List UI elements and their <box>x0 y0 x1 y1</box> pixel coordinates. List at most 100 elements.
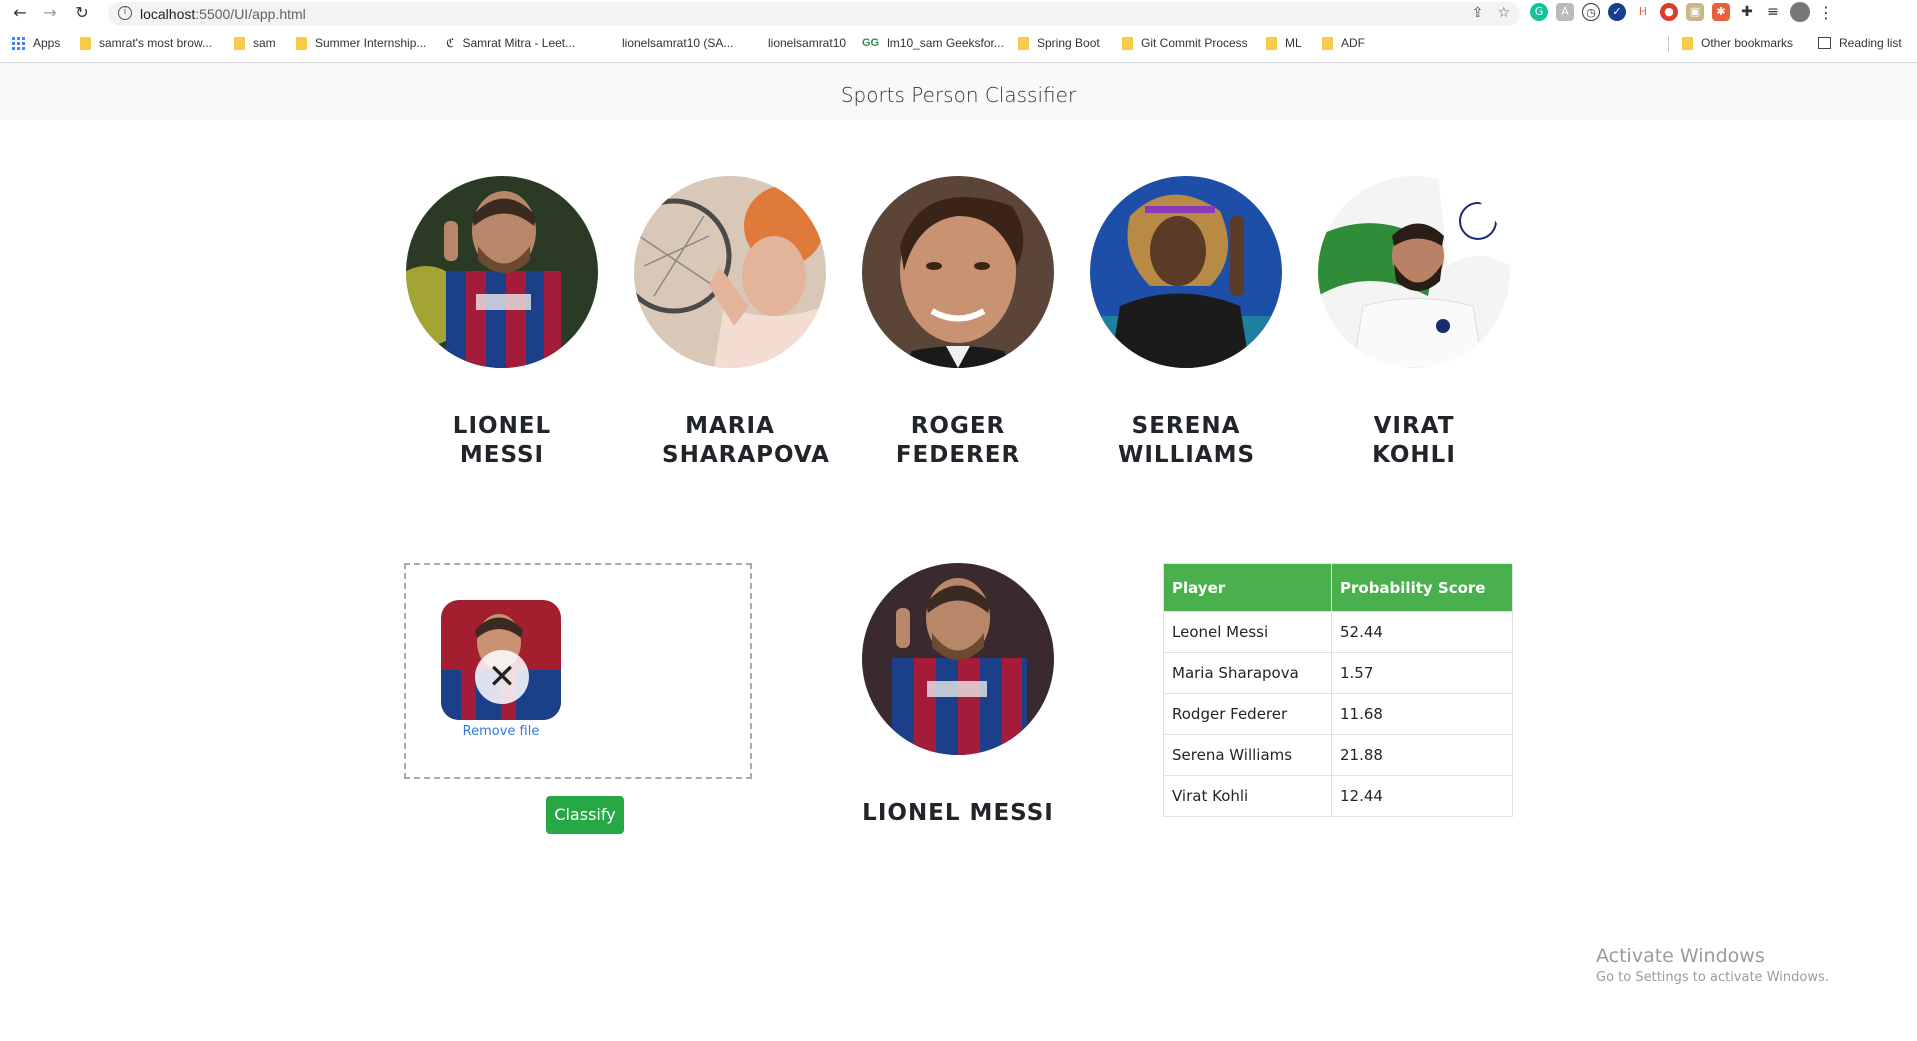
table-row: Maria Sharapova 1.57 <box>1163 652 1513 694</box>
bookmark-link[interactable]: ℭ Samrat Mitra - Leet... <box>446 36 575 50</box>
bookmark-folder[interactable]: ML <box>1266 36 1302 50</box>
player-photo-serena <box>1090 176 1282 368</box>
result-player-name: LIONEL MESSI <box>862 800 1054 826</box>
record-extension-icon[interactable]: ● <box>1660 3 1678 21</box>
player-card-kohli: VIRAT KOHLI <box>1318 176 1510 470</box>
player-name: LIONEL MESSI <box>452 413 552 468</box>
result-card: LIONEL MESSI <box>862 563 1054 826</box>
player-name: SERENA WILLIAMS <box>1118 413 1256 468</box>
result-photo <box>862 563 1054 755</box>
player-photo-kohli <box>1318 176 1510 368</box>
bookmark-label: lionelsamrat10 (SA... <box>622 36 734 50</box>
table-header-row: Player Probability Score <box>1163 563 1513 612</box>
bookmark-label: samrat's most brow... <box>99 36 212 50</box>
bookmark-label: Spring Boot <box>1037 36 1100 50</box>
table-row: Virat Kohli 12.44 <box>1163 775 1513 817</box>
geeksforgeeks-icon: GG <box>862 37 880 49</box>
folder-icon <box>1322 36 1333 50</box>
bookmark-folder[interactable]: samrat's most brow... <box>80 36 212 50</box>
reading-list-icon <box>1818 37 1831 49</box>
grammarly-icon[interactable]: G <box>1530 3 1548 21</box>
image-dropzone[interactable]: ✕ Remove file <box>404 563 752 779</box>
other-bookmarks-label: Other bookmarks <box>1701 36 1794 50</box>
player-cell: Leonel Messi <box>1163 611 1332 653</box>
media-control-icon[interactable]: ≡ <box>1764 3 1782 21</box>
bookmark-folder[interactable]: ADF <box>1322 36 1365 50</box>
bookmark-link[interactable]: lionelsamrat10 (SA... <box>604 36 733 50</box>
player-name: VIRAT KOHLI <box>1372 413 1456 468</box>
player-card-serena: SERENA WILLIAMS <box>1090 176 1282 470</box>
player-photo-sharapova <box>634 176 826 368</box>
page-title: Sports Person Classifier <box>840 83 1077 107</box>
bookmark-label: Apps <box>33 36 61 50</box>
score-cell: 52.44 <box>1331 611 1513 653</box>
table-row: Serena Williams 21.88 <box>1163 734 1513 776</box>
other-bookmarks[interactable]: Other bookmarks <box>1682 36 1793 50</box>
url-text[interactable]: localhost:5500/UI/app.html <box>140 6 306 22</box>
bookmark-apps[interactable]: Apps <box>12 36 60 50</box>
site-info-icon[interactable]: i <box>118 6 132 20</box>
timer-extension-icon[interactable]: ◷ <box>1582 3 1600 21</box>
player-cell: Virat Kohli <box>1163 775 1332 817</box>
extensions-puzzle-icon[interactable]: ✚ <box>1738 3 1756 21</box>
column-header-score: Probability Score <box>1331 563 1513 612</box>
bookmark-label: Samrat Mitra - Leet... <box>462 36 576 50</box>
forward-icon[interactable]: → <box>40 3 60 23</box>
player-card-federer: ROGER FEDERER <box>862 176 1054 470</box>
bookmarks-divider <box>1668 36 1669 52</box>
address-bar[interactable]: i localhost:5500/UI/app.html ⇪ ☆ <box>108 2 1520 26</box>
image-extension-icon[interactable]: ▣ <box>1686 3 1704 21</box>
reload-icon[interactable]: ↻ <box>72 3 92 23</box>
folder-icon <box>234 36 245 50</box>
url-path: :5500/UI/app.html <box>195 6 306 22</box>
bookmark-folder[interactable]: Spring Boot <box>1018 36 1100 50</box>
url-host: localhost <box>140 6 196 22</box>
player-card-messi: LIONEL MESSI <box>406 176 598 470</box>
leetcode-icon: ℭ <box>446 36 455 50</box>
back-icon[interactable]: ← <box>10 3 30 23</box>
bookmarks-bar: Apps samrat's most brow... sam Summer In… <box>0 32 1917 56</box>
page-header: Sports Person Classifier <box>0 63 1917 120</box>
share-icon[interactable]: ⇪ <box>1472 5 1484 21</box>
player-photo-messi <box>406 176 598 368</box>
score-cell: 21.88 <box>1331 734 1513 776</box>
bookmark-folder[interactable]: Git Commit Process <box>1122 36 1248 50</box>
profile-avatar[interactable] <box>1790 2 1810 22</box>
player-card-sharapova: MARIA SHARAPOVA <box>634 176 829 470</box>
probability-table: Player Probability Score Leonel Messi 52… <box>1163 563 1513 817</box>
table-row: Rodger Federer 11.68 <box>1163 693 1513 735</box>
remove-file-link[interactable]: Remove file <box>441 724 561 739</box>
folder-icon <box>296 36 307 50</box>
watermark-title: Activate Windows <box>1596 945 1765 967</box>
player-cell: Maria Sharapova <box>1163 652 1332 694</box>
activate-windows-watermark: Activate Windows Go to Settings to activ… <box>1596 945 1829 985</box>
table-row: Leonel Messi 52.44 <box>1163 611 1513 653</box>
player-cell: Serena Williams <box>1163 734 1332 776</box>
player-cell: Rodger Federer <box>1163 693 1332 735</box>
bookmark-label: lm10_sam Geeksfor... <box>887 36 1004 50</box>
menu-kebab-icon[interactable]: ⋮ <box>1818 3 1834 22</box>
folder-icon <box>80 36 91 50</box>
bookmark-folder[interactable]: Summer Internship... <box>296 36 426 50</box>
classify-button[interactable]: Classify <box>546 796 624 834</box>
folder-icon <box>1266 36 1277 50</box>
bookmark-label: ADF <box>1341 36 1365 50</box>
bookmark-label: Summer Internship... <box>315 36 427 50</box>
player-photo-federer <box>862 176 1054 368</box>
extension-icon[interactable]: A <box>1556 3 1574 21</box>
bookmark-folder[interactable]: sam <box>234 36 276 50</box>
remove-image-icon[interactable]: ✕ <box>475 650 529 704</box>
bookmark-link[interactable]: lionelsamrat10 <box>750 36 846 50</box>
bookmark-link[interactable]: GG lm10_sam Geeksfor... <box>862 36 1004 50</box>
column-header-player: Player <box>1163 563 1332 612</box>
hacker-extension-icon[interactable]: H <box>1634 3 1652 21</box>
folder-icon <box>1018 36 1029 50</box>
folder-icon <box>1682 36 1693 50</box>
score-cell: 11.68 <box>1331 693 1513 735</box>
bookmark-label: Git Commit Process <box>1141 36 1248 50</box>
check-extension-icon[interactable]: ✓ <box>1608 3 1626 21</box>
bookmark-star-icon[interactable]: ☆ <box>1497 5 1510 21</box>
reading-list[interactable]: Reading list <box>1818 36 1902 50</box>
pdf-extension-icon[interactable]: ✱ <box>1712 3 1730 21</box>
score-cell: 1.57 <box>1331 652 1513 694</box>
